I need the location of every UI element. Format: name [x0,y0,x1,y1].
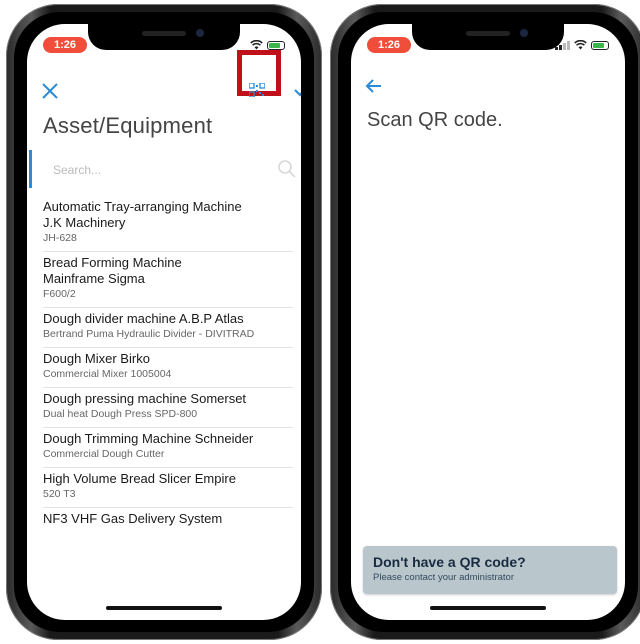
speaker [466,31,510,36]
search-focus-accent [29,150,32,188]
scan-title: Scan QR code. [367,109,503,131]
asset-list-item[interactable]: Automatic Tray-arranging Machine J.K Mac… [43,196,293,252]
asset-name: Dough divider machine A.B.P Atlas [43,311,244,326]
asset-name: Automatic Tray-arranging Machine [43,199,242,214]
home-indicator[interactable] [106,606,222,610]
search-input[interactable] [51,160,255,180]
asset-list-item[interactable]: Dough Trimming Machine Schneider Commerc… [43,428,293,468]
asset-manufacturer: J.K Machinery [43,215,126,230]
card-title: Don't have a QR code? [373,554,526,570]
status-time: 1:26 [367,37,411,53]
asset-name: Dough Mixer Birko [43,351,150,366]
battery-icon [591,40,609,50]
search-bar [29,150,299,188]
close-button[interactable] [41,82,61,102]
asset-list-screen: 1:26 Asset/Equipment Search... Automatic… [27,24,301,620]
asset-name: Bread Forming Machine [43,255,182,270]
phone-frame-left: 1:26 Asset/Equipment Search... Automatic… [6,4,322,640]
asset-name: Dough Trimming Machine Schneider [43,431,254,446]
asset-list-item[interactable]: Bread Forming Machine Mainframe Sigma F6… [43,252,293,308]
search-icon[interactable] [277,159,297,179]
phone-bezel: 1:26 Scan QR code. Don't have a QR code?… [338,12,638,632]
scan-qr-screen: 1:26 Scan QR code. Don't have a QR code?… [351,24,625,620]
page-title: Asset/Equipment [43,113,213,138]
cellular-signal-icon [555,40,570,50]
phone-bezel: 1:26 Asset/Equipment Search... Automatic… [14,12,314,632]
speaker [142,31,186,36]
wifi-icon [250,40,263,50]
asset-name: Dough pressing machine Somerset [43,391,247,406]
asset-code: JH-628 [43,232,77,244]
battery-icon [267,40,285,50]
asset-code: Dual heat Dough Press SPD-800 [43,408,198,420]
status-time: 1:26 [43,37,87,53]
asset-list-item[interactable]: NF3 VHF Gas Delivery System [43,508,293,533]
no-qr-code-card[interactable]: Don't have a QR code? Please contact you… [363,546,617,594]
confirm-button[interactable] [293,80,301,100]
camera [196,29,204,37]
asset-list: Automatic Tray-arranging Machine J.K Mac… [43,196,293,533]
asset-name: High Volume Bread Slicer Empire [43,471,236,486]
asset-code: Bertrand Puma Hydraulic Divider - DIVITR… [43,328,255,340]
qr-code-icon [248,82,266,98]
asset-code: 520 T3 [43,488,76,500]
asset-code: Commercial Dough Cutter [43,448,165,460]
asset-list-item[interactable]: Dough divider machine A.B.P Atlas Bertra… [43,308,293,348]
back-arrow-icon [365,79,381,93]
notch [412,24,564,50]
status-icons [555,38,609,52]
asset-manufacturer: Mainframe Sigma [43,271,145,286]
home-indicator[interactable] [430,606,546,610]
notch [88,24,240,50]
asset-list-item[interactable]: High Volume Bread Slicer Empire 520 T3 [43,468,293,508]
scan-qr-button[interactable] [248,82,266,98]
phone-frame-right: 1:26 Scan QR code. Don't have a QR code?… [330,4,640,640]
asset-code: F600/2 [43,288,76,300]
camera [520,29,528,37]
asset-list-item[interactable]: Dough pressing machine Somerset Dual hea… [43,388,293,428]
asset-name: NF3 VHF Gas Delivery System [43,511,223,526]
back-button[interactable] [365,78,385,98]
checkmark-icon [294,89,301,97]
asset-list-item[interactable]: Dough Mixer Birko Commercial Mixer 10050… [43,348,293,388]
card-subtitle: Please contact your administrator [373,572,514,583]
wifi-icon [574,40,587,50]
asset-code: Commercial Mixer 1005004 [43,368,172,380]
close-icon [42,83,58,99]
